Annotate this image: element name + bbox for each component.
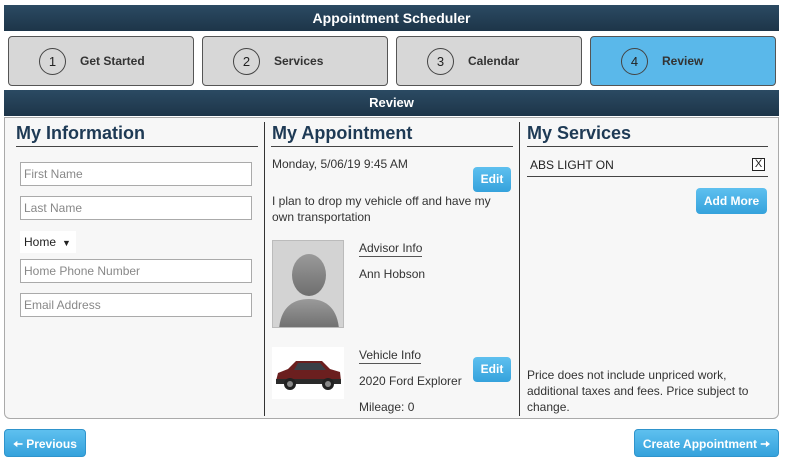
- edit-vehicle-button[interactable]: Edit: [473, 357, 511, 382]
- step-number: 4: [621, 47, 648, 75]
- arrow-left-icon: 🠄: [13, 437, 23, 451]
- price-disclaimer: Price does not include unpriced work,: [527, 368, 727, 382]
- add-more-button[interactable]: Add More: [696, 188, 767, 214]
- step-label: Services: [274, 54, 324, 68]
- vehicle-info-link[interactable]: Vehicle Info: [359, 348, 422, 364]
- create-appointment-label: Create Appointment: [642, 437, 758, 451]
- vehicle-mileage: Mileage: 0: [359, 400, 415, 414]
- phone-type-value: Home: [24, 235, 57, 249]
- edit-appointment-button[interactable]: Edit: [473, 167, 511, 192]
- step-calendar[interactable]: 3 Calendar: [396, 36, 582, 86]
- advisor-avatar: [272, 240, 344, 328]
- advisor-info-link[interactable]: Advisor Info: [359, 241, 423, 257]
- remove-service-icon[interactable]: X: [752, 158, 765, 171]
- service-item: ABS LIGHT ON X: [527, 153, 768, 177]
- step-get-started[interactable]: 1 Get Started: [8, 36, 194, 86]
- last-name-field[interactable]: Last Name: [20, 196, 252, 220]
- step-label: Review: [662, 54, 704, 68]
- section-title: Review: [4, 90, 779, 116]
- vehicle-image: [272, 347, 344, 399]
- service-name: ABS LIGHT ON: [530, 158, 614, 172]
- my-services-heading: My Services: [527, 123, 632, 143]
- step-number: 1: [39, 47, 66, 75]
- email-field[interactable]: Email Address: [20, 293, 252, 317]
- my-appointment-heading: My Appointment: [272, 123, 413, 143]
- heading-rule: [16, 146, 258, 147]
- step-services[interactable]: 2 Services: [202, 36, 388, 86]
- phone-field[interactable]: Home Phone Number: [20, 259, 252, 283]
- advisor-name: Ann Hobson: [359, 267, 426, 281]
- previous-button[interactable]: 🠄 Previous: [4, 429, 86, 457]
- vehicle-name: 2020 Ford Explorer: [359, 374, 462, 388]
- transport-text: I plan to drop my vehicle off and have m…: [272, 194, 491, 208]
- my-information-heading: My Information: [16, 123, 145, 143]
- app-title: Appointment Scheduler: [4, 5, 779, 31]
- step-review[interactable]: 4 Review: [590, 36, 776, 86]
- arrow-right-icon: 🠆: [760, 437, 771, 451]
- step-number: 3: [427, 47, 454, 75]
- first-name-field[interactable]: First Name: [20, 162, 252, 186]
- step-label: Calendar: [468, 54, 520, 68]
- heading-rule: [271, 146, 513, 147]
- appointment-datetime: Monday, 5/06/19 9:45 AM: [272, 157, 408, 171]
- price-disclaimer: additional taxes and fees. Price subject…: [527, 384, 749, 398]
- step-number: 2: [233, 47, 260, 75]
- price-disclaimer: change.: [527, 400, 570, 414]
- transport-text: own transportation: [272, 210, 371, 224]
- step-label: Get Started: [80, 54, 145, 68]
- phone-type-select[interactable]: Home ▼: [20, 231, 76, 253]
- create-appointment-button[interactable]: Create Appointment 🠆: [634, 429, 779, 457]
- heading-rule: [527, 146, 768, 147]
- column-divider: [519, 122, 520, 416]
- previous-label: Previous: [26, 437, 77, 451]
- column-divider: [264, 122, 265, 416]
- caret-down-icon: ▼: [62, 238, 71, 248]
